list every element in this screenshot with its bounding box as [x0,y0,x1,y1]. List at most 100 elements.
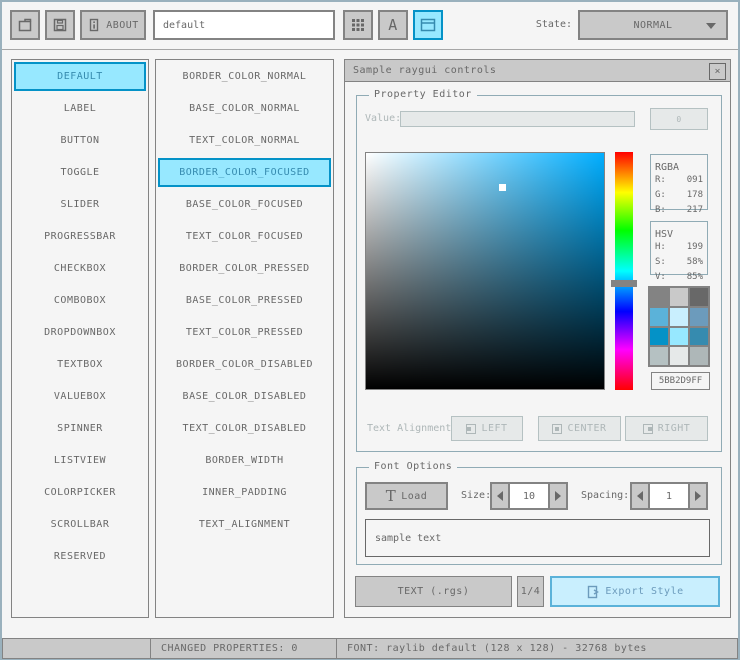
properties-list-item[interactable]: TEXT_COLOR_DISABLED [158,414,331,443]
controls-list-item[interactable]: DROPDOWNBOX [14,318,146,347]
size-value-box[interactable]: 10 [510,482,548,510]
window-icon [420,18,436,32]
properties-list-item[interactable]: BASE_COLOR_DISABLED [158,382,331,411]
properties-list-item[interactable]: TEXT_COLOR_PRESSED [158,318,331,347]
palette-swatch[interactable] [690,327,708,346]
export-file-icon [586,585,600,599]
font-options-group: Font Options T Load Size: 10 Spacing: 1 … [356,461,722,565]
controls-list-item[interactable]: TEXTBOX [14,350,146,379]
hsv-row-key: V: [655,272,666,282]
palette-swatch[interactable] [690,307,708,326]
align-left-icon [466,423,477,434]
hsv-row-value: 58% [686,257,703,267]
spacing-decrease-button[interactable] [630,482,650,510]
hsv-row-value: 85% [686,272,703,282]
palette-swatch[interactable] [670,327,688,346]
close-icon: × [714,66,721,77]
rgba-row: R: 091 [655,173,703,188]
color-picker-panel[interactable] [365,152,605,390]
controls-list-item[interactable]: SLIDER [14,190,146,219]
controls-list-item[interactable]: COMBOBOX [14,286,146,315]
palette-swatch[interactable] [670,347,688,365]
hex-value: 5BB2D9FF [658,376,703,386]
font-view-button[interactable]: A [378,10,408,40]
size-decrease-button[interactable] [490,482,510,510]
controls-list-item[interactable]: TOGGLE [14,158,146,187]
sample-text-box[interactable]: sample text [365,519,710,557]
palette-swatch[interactable] [650,327,668,346]
load-font-label: Load [401,490,428,502]
rgba-row: B: 217 [655,203,703,218]
spacing-value-box[interactable]: 1 [650,482,688,510]
controls-list-item[interactable]: LISTVIEW [14,446,146,475]
palette-swatch[interactable] [670,288,688,306]
properties-list-item[interactable]: BASE_COLOR_PRESSED [158,286,331,315]
properties-list-item[interactable]: BASE_COLOR_FOCUSED [158,190,331,219]
triangle-left-icon [497,491,503,501]
properties-list-item[interactable]: TEXT_COLOR_NORMAL [158,126,331,155]
size-increase-button[interactable] [548,482,568,510]
palette-swatch[interactable] [690,288,708,306]
triangle-right-icon [695,491,701,501]
load-font-button[interactable]: T Load [365,482,448,510]
align-right-button[interactable]: RIGHT [625,416,708,441]
properties-list-item[interactable]: BORDER_COLOR_FOCUSED [158,158,331,187]
export-format-pager-button[interactable]: 1/4 [517,576,544,607]
rgba-row: G: 178 [655,188,703,203]
new-style-button[interactable] [10,10,40,40]
hex-value-box[interactable]: 5BB2D9FF [651,372,710,390]
font-size-label: Size: [461,490,492,501]
align-center-icon [552,423,563,434]
controls-list-item[interactable]: CHECKBOX [14,254,146,283]
save-style-button[interactable] [45,10,75,40]
controls-list-item[interactable]: DEFAULT [14,62,146,91]
status-bar: CHANGED PROPERTIES: 0 FONT: raylib defau… [2,638,738,659]
state-label: State: [535,19,572,30]
properties-list-item[interactable]: BASE_COLOR_NORMAL [158,94,331,123]
properties-list-item[interactable]: BORDER_WIDTH [158,446,331,475]
controls-list-item[interactable]: LABEL [14,94,146,123]
export-style-button[interactable]: Export Style [550,576,720,607]
controls-list: DEFAULT LABEL BUTTON TOGGLE SLIDER PROGR… [11,59,149,618]
hue-slider[interactable] [611,152,637,390]
floppy-icon [52,17,68,33]
properties-list-item[interactable]: BORDER_COLOR_PRESSED [158,254,331,283]
spacing-increase-button[interactable] [688,482,708,510]
rgba-row-key: R: [655,175,666,185]
controls-list-item[interactable]: COLORPICKER [14,478,146,507]
palette-swatch[interactable] [650,307,668,326]
properties-list-item[interactable]: TEXT_COLOR_FOCUSED [158,222,331,251]
grid-view-button[interactable] [343,10,373,40]
properties-list-item[interactable]: BORDER_COLOR_NORMAL [158,62,331,91]
controls-list-item[interactable]: SCROLLBAR [14,510,146,539]
controls-list-item[interactable]: RESERVED [14,542,146,571]
align-center-button[interactable]: CENTER [538,416,621,441]
palette-swatch[interactable] [690,347,708,365]
palette-swatch[interactable] [670,307,688,326]
hsv-group: HSV H: 199 S: 58% V: 85% [650,221,708,282]
close-button[interactable]: × [709,63,726,80]
folder-icon [17,17,33,33]
value-input[interactable] [400,111,635,127]
export-format-button[interactable]: TEXT (.rgs) [355,576,512,607]
controls-list-item[interactable]: BUTTON [14,126,146,155]
value-apply-button-label: 0 [676,114,682,124]
controls-list-item[interactable]: PROGRESSBAR [14,222,146,251]
hue-slider-handle[interactable] [611,280,637,287]
controls-list-item[interactable]: SPINNER [14,414,146,443]
about-button[interactable]: ABOUT [80,10,146,40]
properties-list-item[interactable]: INNER_PADDING [158,478,331,507]
properties-list-item[interactable]: TEXT_ALIGNMENT [158,510,331,539]
palette-swatch[interactable] [650,347,668,365]
controls-list-item[interactable]: VALUEBOX [14,382,146,411]
triangle-left-icon [637,491,643,501]
align-left-button[interactable]: LEFT [451,416,523,441]
style-table-view-button[interactable] [413,10,443,40]
style-name-input[interactable] [153,10,335,40]
palette-swatch[interactable] [650,288,668,306]
state-dropdown[interactable]: NORMAL [578,10,728,40]
rgba-row-value: 178 [686,190,703,200]
color-picker-cursor[interactable] [499,183,507,191]
value-apply-button[interactable]: 0 [650,108,708,130]
properties-list-item[interactable]: BORDER_COLOR_DISABLED [158,350,331,379]
